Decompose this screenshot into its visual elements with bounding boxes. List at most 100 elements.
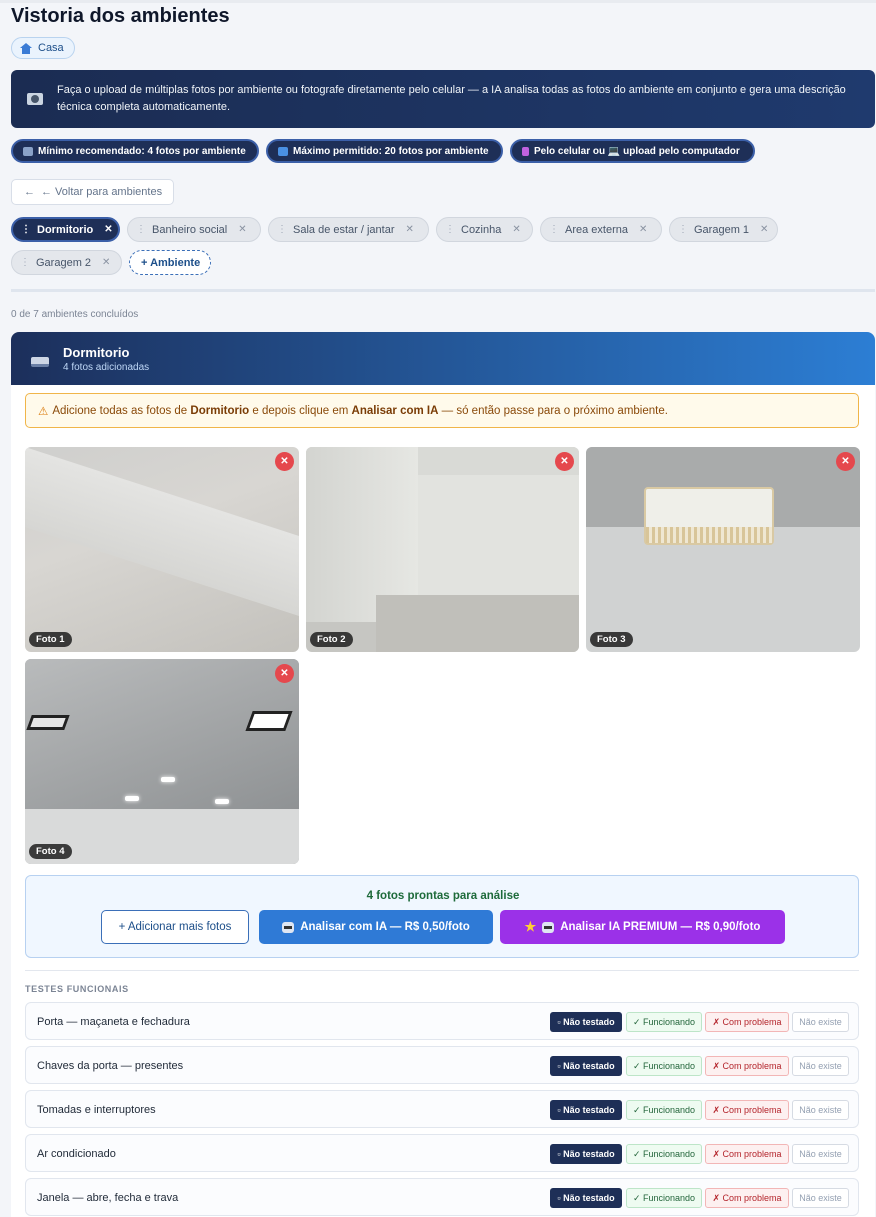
- tab-label: Garagem 1: [694, 223, 750, 236]
- room-photo-count: 4 fotos adicionadas: [63, 362, 150, 373]
- tab-room-garagem-1[interactable]: ⋮ Garagem 1 ✕: [669, 217, 778, 242]
- status-working-button[interactable]: ✓ Funcionando: [626, 1188, 702, 1208]
- photo-label: Foto 4: [29, 844, 72, 859]
- warning-text-c: — só então passe para o próximo ambiente…: [441, 404, 668, 417]
- test-row: Ar condicionado ▫ Não testado ✓ Funciona…: [25, 1134, 859, 1172]
- close-icon[interactable]: ✕: [760, 224, 768, 235]
- drag-handle-icon[interactable]: ⋮: [549, 224, 559, 235]
- status-working-button[interactable]: ✓ Funcionando: [626, 1144, 702, 1164]
- tab-room-dormitorio[interactable]: ⋮ Dormitorio ✕: [11, 217, 120, 242]
- photo-thumbnail[interactable]: ✕ Foto 3: [586, 447, 860, 652]
- drag-handle-icon[interactable]: ⋮: [678, 224, 688, 235]
- drag-handle-icon[interactable]: ⋮: [20, 257, 30, 268]
- add-more-label: + Adicionar mais fotos: [118, 921, 232, 933]
- close-icon[interactable]: ✕: [639, 224, 647, 235]
- delete-photo-icon[interactable]: ✕: [275, 664, 294, 683]
- photo-image: [25, 447, 299, 617]
- close-icon[interactable]: ✕: [512, 224, 520, 235]
- photo-thumbnail[interactable]: ✕ Foto 4: [25, 659, 299, 864]
- pill-max-photos: Máximo permitido: 20 fotos por ambiente: [266, 139, 503, 163]
- tab-label: Dormitorio: [37, 223, 94, 236]
- info-banner: Faça o upload de múltiplas fotos por amb…: [11, 70, 875, 128]
- status-working-button[interactable]: ✓ Funcionando: [626, 1012, 702, 1032]
- status-not-tested-button[interactable]: ▫ Não testado: [550, 1056, 622, 1076]
- status-not-exist-button[interactable]: Não existe: [792, 1100, 849, 1120]
- photo-spot: [125, 796, 139, 801]
- premium-label: Analisar IA PREMIUM — R$ 0,90/foto: [560, 921, 761, 933]
- tab-label: Area externa: [565, 223, 628, 236]
- status-not-exist-button[interactable]: Não existe: [792, 1144, 849, 1164]
- status-not-tested-button[interactable]: ▫ Não testado: [550, 1100, 622, 1120]
- camera-icon: [27, 93, 43, 105]
- add-more-photos-button[interactable]: + Adicionar mais fotos: [101, 910, 249, 944]
- warning-action: Analisar com IA: [351, 404, 439, 417]
- test-row: Janela — abre, fecha e trava ▫ Não testa…: [25, 1178, 859, 1216]
- close-icon[interactable]: ✕: [104, 224, 112, 235]
- tab-room-garagem-2[interactable]: ⋮ Garagem 2 ✕: [11, 250, 122, 275]
- property-badge[interactable]: Casa: [11, 37, 75, 59]
- tab-room-banheiro-social[interactable]: ⋮ Banheiro social ✕: [127, 217, 261, 242]
- test-row: Chaves da porta — presentes ▫ Não testad…: [25, 1046, 859, 1084]
- tab-room-sala[interactable]: ⋮ Sala de estar / jantar ✕: [268, 217, 429, 242]
- drag-handle-icon[interactable]: ⋮: [445, 224, 455, 235]
- tab-label: Garagem 2: [36, 256, 92, 269]
- close-icon[interactable]: ✕: [406, 224, 414, 235]
- status-not-tested-button[interactable]: ▫ Não testado: [550, 1144, 622, 1164]
- status-not-exist-button[interactable]: Não existe: [792, 1188, 849, 1208]
- analyze-premium-button[interactable]: ★ Analisar IA PREMIUM — R$ 0,90/foto: [500, 910, 785, 944]
- warning-text-a: Adicione todas as fotos de: [52, 404, 188, 417]
- back-label: ← Voltar para ambientes: [41, 186, 163, 198]
- arrow-left-icon: ←: [24, 186, 35, 198]
- photo-label: Foto 1: [29, 632, 72, 647]
- photo-thumbnail[interactable]: ✕ Foto 1: [25, 447, 299, 652]
- drag-handle-icon[interactable]: ⋮: [136, 224, 146, 235]
- delete-photo-icon[interactable]: ✕: [275, 452, 294, 471]
- status-not-tested-button[interactable]: ▫ Não testado: [550, 1012, 622, 1032]
- photo-image: [25, 659, 299, 809]
- status-problem-button[interactable]: ✗ Com problema: [705, 1100, 789, 1120]
- photo-thumbnail[interactable]: ✕ Foto 2: [306, 447, 579, 652]
- drag-handle-icon[interactable]: ⋮: [21, 224, 31, 235]
- status-not-tested-button[interactable]: ▫ Não testado: [550, 1188, 622, 1208]
- info-text: Faça o upload de múltiplas fotos por amb…: [57, 84, 846, 113]
- photo-spot: [161, 777, 175, 782]
- tab-room-area-externa[interactable]: ⋮ Area externa ✕: [540, 217, 662, 242]
- status-problem-button[interactable]: ✗ Com problema: [705, 1188, 789, 1208]
- page-title: Vistoria dos ambientes: [11, 5, 230, 27]
- status-problem-button[interactable]: ✗ Com problema: [705, 1056, 789, 1076]
- status-problem-button[interactable]: ✗ Com problema: [705, 1012, 789, 1032]
- pill-max-label: Máximo permitido: 20 fotos por ambiente: [293, 145, 489, 157]
- warning-room: Dormitorio: [190, 404, 250, 417]
- warning-icon: ⚠: [38, 405, 49, 418]
- analyze-ai-button[interactable]: Analisar com IA — R$ 0,50/foto: [259, 910, 493, 944]
- test-label: Chaves da porta — presentes: [37, 1060, 184, 1072]
- house-icon: [20, 42, 32, 54]
- test-label: Porta — maçaneta e fechadura: [37, 1016, 190, 1028]
- property-name: Casa: [38, 42, 64, 54]
- robot-icon: [282, 921, 295, 933]
- robot-icon: [542, 921, 555, 933]
- close-icon[interactable]: ✕: [102, 257, 110, 268]
- photo-wall: [416, 475, 579, 595]
- status-working-button[interactable]: ✓ Funcionando: [626, 1100, 702, 1120]
- back-to-rooms-button[interactable]: ← ← Voltar para ambientes: [11, 179, 174, 205]
- photo-light: [245, 711, 293, 731]
- status-not-exist-button[interactable]: Não existe: [792, 1012, 849, 1032]
- divider: [11, 289, 875, 292]
- page: Vistoria dos ambientes Casa Faça o uploa…: [0, 0, 876, 1217]
- status-problem-button[interactable]: ✗ Com problema: [705, 1144, 789, 1164]
- close-icon[interactable]: ✕: [238, 224, 246, 235]
- analysis-panel: 4 fotos prontas para análise + Adicionar…: [25, 875, 859, 958]
- status-working-button[interactable]: ✓ Funcionando: [626, 1056, 702, 1076]
- room-card: Dormitorio 4 fotos adicionadas ⚠ Adicion…: [11, 332, 875, 1217]
- bed-icon: [31, 357, 49, 367]
- tab-room-cozinha[interactable]: ⋮ Cozinha ✕: [436, 217, 533, 242]
- delete-photo-icon[interactable]: ✕: [836, 452, 855, 471]
- room-header: Dormitorio 4 fotos adicionadas: [11, 332, 875, 385]
- add-room-button[interactable]: + Ambiente: [129, 250, 211, 275]
- drag-handle-icon[interactable]: ⋮: [277, 224, 287, 235]
- status-not-exist-button[interactable]: Não existe: [792, 1056, 849, 1076]
- delete-photo-icon[interactable]: ✕: [555, 452, 574, 471]
- phone-icon: [522, 146, 529, 156]
- test-label: Janela — abre, fecha e trava: [37, 1192, 179, 1204]
